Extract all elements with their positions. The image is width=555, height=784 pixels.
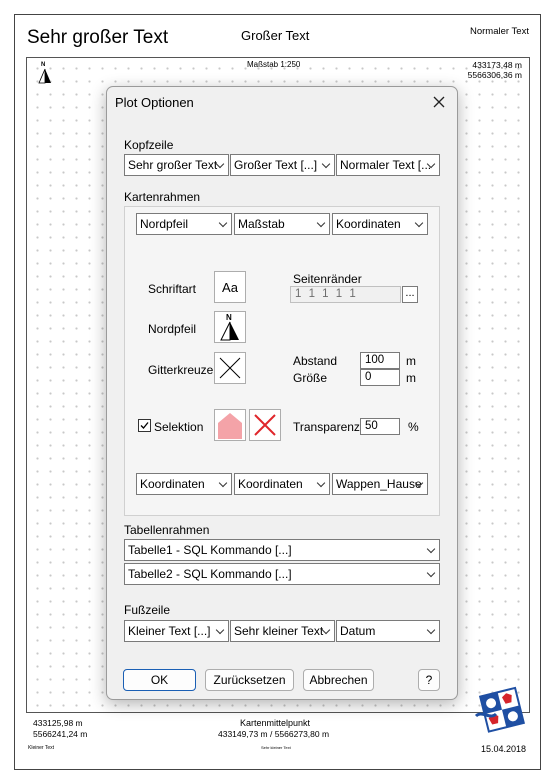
map-frame-section-label: Kartenrahmen	[124, 190, 201, 204]
north-arrow-icon: N	[218, 313, 242, 341]
delete-icon	[254, 414, 276, 436]
grid-cross-button[interactable]	[214, 352, 246, 384]
frame-top-right-select[interactable]: Koordinaten	[332, 213, 428, 235]
reset-button[interactable]: Zurücksetzen	[205, 669, 294, 691]
font-label: Schriftart	[148, 282, 197, 296]
footer-small-text: Kleiner Text	[28, 745, 55, 751]
checkmark-icon	[140, 422, 149, 429]
center-coords: 433149,73 m / 5566273,80 m	[218, 729, 330, 739]
selection-delete-button[interactable]	[249, 409, 281, 441]
cancel-button[interactable]: Abbrechen	[303, 669, 374, 691]
frame-top-left-select[interactable]: Nordpfeil	[136, 213, 232, 235]
distance-unit: m	[406, 354, 416, 368]
footer-section-label: Fußzeile	[124, 603, 171, 617]
north-arrow-button[interactable]: N	[214, 311, 246, 343]
frame-bottom-left-select[interactable]: Koordinaten	[136, 473, 232, 495]
coord-top-right-x: 433173,48 m	[472, 60, 522, 70]
frame-bottom-right-select[interactable]: Wappen_Hause	[332, 473, 428, 495]
header-large-text: Sehr großer Text	[27, 27, 169, 48]
header-normal-text: Normaler Text	[470, 26, 529, 37]
size-unit: m	[406, 371, 416, 385]
font-button[interactable]: Aa	[214, 271, 246, 303]
header-left-select[interactable]: Sehr großer Text	[124, 154, 229, 176]
transparency-label: Transparenz	[293, 420, 360, 434]
color-swatch-icon	[218, 413, 242, 439]
footer-left-select[interactable]: Kleiner Text [...]	[124, 620, 229, 642]
close-icon	[433, 96, 445, 108]
selection-color-button[interactable]	[214, 409, 246, 441]
header-section-label: Kopfzeile	[124, 138, 174, 152]
help-button[interactable]: ?	[418, 669, 440, 691]
footer-very-small-text: Sehr kleiner Text	[261, 745, 291, 750]
coord-bottom-left-y: 5566241,24 m	[33, 729, 88, 739]
size-input[interactable]: 0	[360, 369, 400, 386]
plot-options-dialog: Plot Optionen Kopfzeile Sehr großer Text…	[106, 86, 458, 700]
transparency-unit: %	[408, 420, 419, 434]
distance-input[interactable]: 100	[360, 352, 400, 369]
margins-browse-button[interactable]: ...	[402, 286, 418, 303]
map-frame-panel: Nordpfeil Maßstab Koordinaten Schriftart…	[124, 206, 440, 516]
footer-date: 15.04.2018	[481, 744, 527, 754]
table-1-select[interactable]: Tabelle1 - SQL Kommando [...]	[124, 539, 440, 561]
ok-button[interactable]: OK	[123, 669, 196, 691]
margins-label: Seitenränder	[293, 272, 362, 286]
table-2-select[interactable]: Tabelle2 - SQL Kommando [...]	[124, 563, 440, 585]
frame-bottom-center-select[interactable]: Koordinaten	[234, 473, 330, 495]
font-icon: Aa	[222, 279, 238, 295]
north-label: Nordpfeil	[148, 322, 197, 336]
footer-right-select[interactable]: Datum	[336, 620, 440, 642]
table-section-label: Tabellenrahmen	[124, 523, 210, 537]
header-medium-text: Großer Text	[241, 28, 310, 43]
selection-checkbox[interactable]	[138, 419, 151, 432]
margins-field[interactable]: 1 1 1 1 1	[290, 286, 401, 303]
transparency-input[interactable]: 50	[360, 418, 400, 435]
footer-center-select[interactable]: Sehr kleiner Text	[230, 620, 335, 642]
coord-top-right-y: 5566306,36 m	[467, 70, 522, 80]
coat-of-arms-image	[474, 686, 528, 734]
size-label: Größe	[293, 371, 328, 385]
frame-top-center-select[interactable]: Maßstab	[234, 213, 330, 235]
cross-icon	[219, 357, 241, 379]
dialog-title: Plot Optionen	[115, 95, 194, 110]
selection-label: Selektion	[154, 420, 204, 434]
center-label: Kartenmittelpunkt	[240, 718, 311, 728]
coord-bottom-left-x: 433125,98 m	[33, 718, 83, 728]
close-button[interactable]	[429, 92, 449, 112]
grid-cross-label: Gitterkreuze	[148, 363, 214, 377]
scale-label: Maßstab 1:250	[247, 60, 301, 69]
distance-label: Abstand	[293, 354, 338, 368]
north-arrow-icon: N	[37, 62, 53, 84]
header-right-select[interactable]: Normaler Text [...	[336, 154, 440, 176]
header-center-select[interactable]: Großer Text [...]	[230, 154, 335, 176]
